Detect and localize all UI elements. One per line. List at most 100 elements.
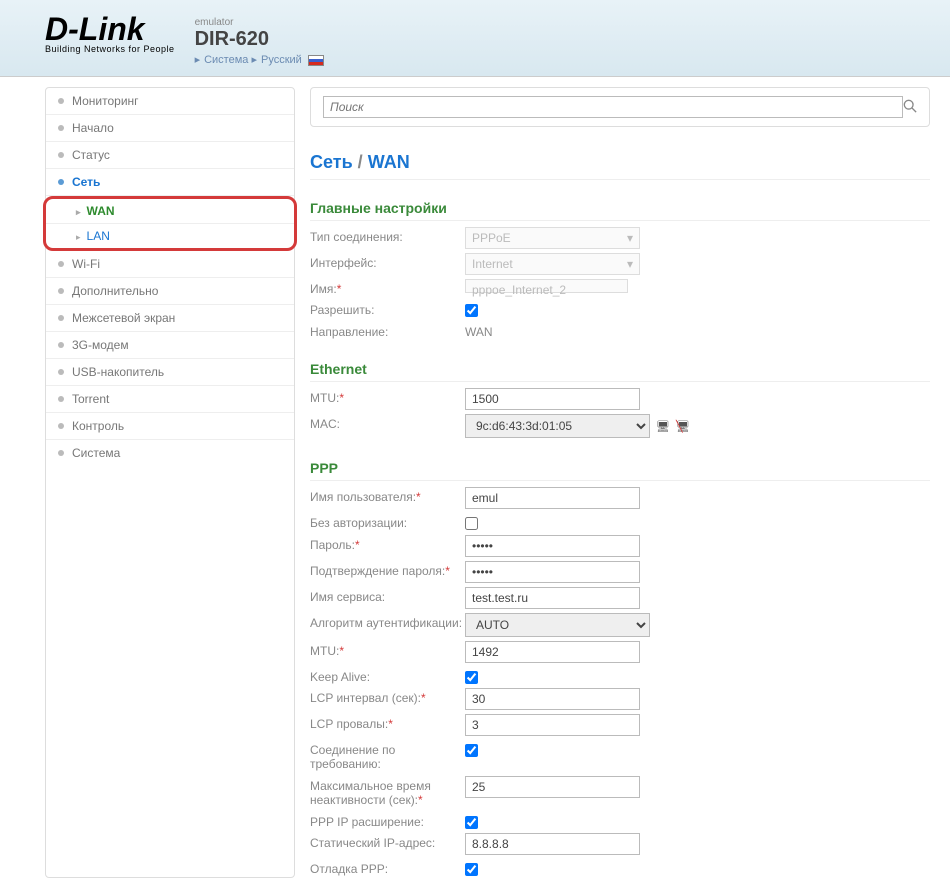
- chevron-right-icon: ▸: [251, 54, 257, 66]
- input-lcp-fail[interactable]: [465, 714, 640, 736]
- pc-icon[interactable]: 🖥: [656, 419, 670, 433]
- bullet-icon: [58, 423, 64, 429]
- label-lcp-fail: LCP провалы:*: [310, 714, 465, 731]
- bullet-icon: [58, 179, 64, 185]
- sidebar-item-control[interactable]: Контроль: [46, 413, 294, 440]
- select-mac[interactable]: 9c:d6:43:3d:01:05: [465, 414, 650, 438]
- label-lcp-int: LCP интервал (сек):*: [310, 688, 465, 705]
- select-conn-type: PPPoE▾: [465, 227, 640, 249]
- model-label: DIR-620: [195, 28, 324, 51]
- bullet-icon: [58, 315, 64, 321]
- bullet-icon: [58, 342, 64, 348]
- sidebar-item-monitoring[interactable]: Мониторинг: [46, 88, 294, 115]
- label-ipext: PPP IP расширение:: [310, 812, 465, 829]
- search-input[interactable]: [323, 96, 903, 118]
- emulator-label: emulator: [195, 17, 324, 28]
- checkbox-keepalive[interactable]: [465, 671, 478, 684]
- sidebar-item-status[interactable]: Статус: [46, 142, 294, 169]
- sidebar-item-3g[interactable]: 3G-модем: [46, 332, 294, 359]
- label-allow: Разрешить:: [310, 300, 465, 317]
- sidebar-item-start[interactable]: Начало: [46, 115, 294, 142]
- input-pass[interactable]: [465, 535, 640, 557]
- section-main-settings: Главные настройки: [310, 200, 930, 221]
- sidebar-item-firewall[interactable]: Межсетевой экран: [46, 305, 294, 332]
- header-crumbs: ▸Система ▸Русский: [195, 53, 324, 66]
- input-lcp-int[interactable]: [465, 688, 640, 710]
- chevron-right-icon: ▸: [76, 232, 81, 242]
- sidebar-sub-wan[interactable]: ▸WAN: [46, 199, 294, 224]
- label-pass2: Подтверждение пароля:*: [310, 561, 465, 578]
- flag-russia-icon[interactable]: [308, 55, 324, 66]
- logo-block: D-Link Building Networks for People: [45, 15, 175, 54]
- select-interface: Internet▾: [465, 253, 640, 275]
- section-ethernet: Ethernet: [310, 361, 930, 382]
- sidebar-item-torrent[interactable]: Torrent: [46, 386, 294, 413]
- input-pass2[interactable]: [465, 561, 640, 583]
- label-mac: MAC:: [310, 414, 465, 431]
- chevron-down-icon: ▾: [627, 257, 633, 271]
- input-user[interactable]: [465, 487, 640, 509]
- label-debug: Отладка PPP:: [310, 859, 465, 876]
- label-name: Имя:*: [310, 279, 465, 296]
- label-ondemand: Соединение по требованию:: [310, 740, 465, 772]
- search-icon[interactable]: [903, 99, 917, 116]
- bullet-icon: [58, 261, 64, 267]
- sidebar-item-usb[interactable]: USB-накопитель: [46, 359, 294, 386]
- label-user: Имя пользователя:*: [310, 487, 465, 504]
- label-conn-type: Тип соединения:: [310, 227, 465, 244]
- label-static: Статический IP-адрес:: [310, 833, 465, 850]
- checkbox-debug[interactable]: [465, 863, 478, 876]
- label-pass: Пароль:*: [310, 535, 465, 552]
- section-ppp: PPP: [310, 460, 930, 481]
- breadcrumb-part2: WAN: [368, 152, 410, 172]
- input-ppp-mtu[interactable]: [465, 641, 640, 663]
- sidebar-item-wifi[interactable]: Wi-Fi: [46, 251, 294, 278]
- label-auth: Алгоритм аутентификации:: [310, 613, 465, 630]
- page-breadcrumb: Сеть / WAN: [310, 152, 930, 180]
- main-content: Сеть / WAN Главные настройки Тип соедине…: [310, 87, 930, 878]
- select-auth[interactable]: AUTO: [465, 613, 650, 637]
- sidebar-item-network[interactable]: Сеть: [46, 169, 294, 196]
- label-eth-mtu: MTU:*: [310, 388, 465, 405]
- logo-tagline: Building Networks for People: [45, 44, 175, 54]
- crumb-language[interactable]: Русский: [261, 54, 302, 66]
- bullet-icon: [58, 396, 64, 402]
- label-direction: Направление:: [310, 322, 465, 339]
- sidebar: Мониторинг Начало Статус Сеть ▸WAN ▸LAN …: [45, 87, 295, 878]
- breadcrumb-sep: /: [358, 152, 363, 172]
- sidebar-item-advanced[interactable]: Дополнительно: [46, 278, 294, 305]
- highlight-box: ▸WAN ▸LAN: [43, 196, 297, 251]
- bullet-icon: [58, 288, 64, 294]
- search-bar: [310, 87, 930, 127]
- bullet-icon: [58, 98, 64, 104]
- header-right: emulator DIR-620 ▸Система ▸Русский: [195, 15, 324, 66]
- checkbox-ondemand[interactable]: [465, 744, 478, 757]
- sidebar-item-system[interactable]: Система: [46, 440, 294, 466]
- bullet-icon: [58, 152, 64, 158]
- pc-clear-icon[interactable]: 🖥╲: [676, 419, 690, 433]
- bullet-icon: [58, 450, 64, 456]
- header: D-Link Building Networks for People emul…: [0, 0, 950, 77]
- chevron-right-icon: ▸: [76, 207, 81, 217]
- value-direction: WAN: [465, 322, 493, 339]
- label-service: Имя сервиса:: [310, 587, 465, 604]
- sidebar-sub-lan[interactable]: ▸LAN: [46, 224, 294, 248]
- crumb-system[interactable]: Система: [204, 54, 248, 66]
- input-service[interactable]: [465, 587, 640, 609]
- bullet-icon: [58, 125, 64, 131]
- breadcrumb-part1[interactable]: Сеть: [310, 152, 353, 172]
- label-interface: Интерфейс:: [310, 253, 465, 270]
- label-noauth: Без авторизации:: [310, 513, 465, 530]
- label-ppp-mtu: MTU:*: [310, 641, 465, 658]
- input-name: pppoe_Internet_2: [465, 279, 628, 293]
- label-idle: Максимальное время неактивности (сек):*: [310, 776, 465, 808]
- chevron-down-icon: ▾: [627, 231, 633, 245]
- input-static[interactable]: [465, 833, 640, 855]
- input-idle[interactable]: [465, 776, 640, 798]
- input-eth-mtu[interactable]: [465, 388, 640, 410]
- checkbox-ipext[interactable]: [465, 816, 478, 829]
- label-keepalive: Keep Alive:: [310, 667, 465, 684]
- checkbox-noauth[interactable]: [465, 517, 478, 530]
- bullet-icon: [58, 369, 64, 375]
- checkbox-allow[interactable]: [465, 304, 478, 317]
